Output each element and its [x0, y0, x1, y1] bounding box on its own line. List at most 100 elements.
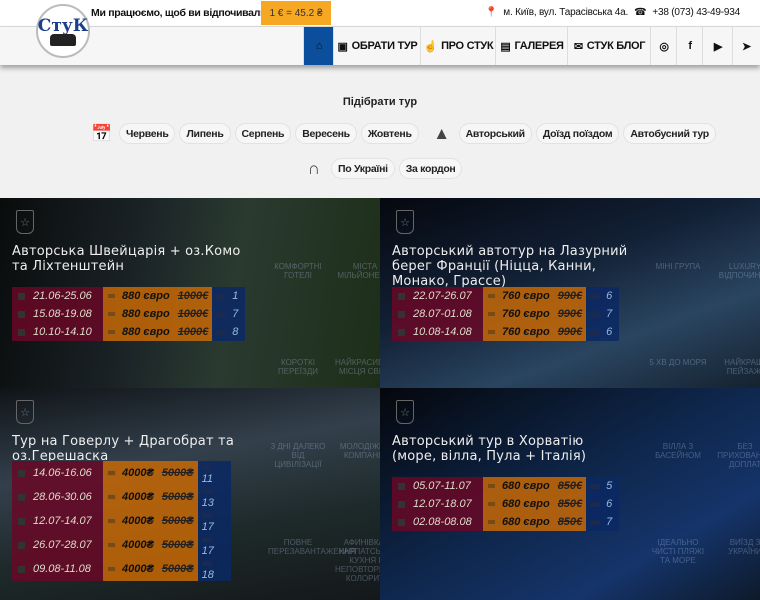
table-row[interactable]: 14.06-16.06 4000₴ 5000₴ 11: [12, 461, 231, 485]
star-badge-icon: ☆: [16, 400, 34, 424]
tour-price: 4000₴: [122, 467, 154, 479]
seats-left: 18: [201, 569, 214, 581]
table-row[interactable]: 12.07-18.07 680 євро 850€ 6: [392, 495, 620, 513]
nav-label: ГАЛЕРЕЯ: [514, 40, 564, 52]
filter-region[interactable]: По Україні: [331, 158, 395, 179]
table-row[interactable]: 10.10-14.10 880 євро 1000€ 8: [12, 323, 246, 341]
phone[interactable]: +38 (073) 43-49-934: [652, 7, 740, 18]
table-row[interactable]: 09.08-11.08 4000₴ 5000₴ 18: [12, 557, 231, 581]
star-badge-icon: ☆: [396, 400, 414, 424]
home-button[interactable]: ⌂: [303, 27, 334, 65]
feature-label: Короткі переїзди: [278, 358, 318, 376]
table-row[interactable]: 22.07-26.07 760 євро 990€ 6: [392, 287, 620, 305]
calendar-icon: [18, 328, 25, 336]
tour-price: 4000₴: [122, 515, 154, 527]
credit-card-icon: [487, 293, 496, 300]
nav-choose-tour[interactable]: ▣ ОБРАТИ ТУР: [333, 27, 421, 65]
filter-region[interactable]: За кордон: [398, 158, 463, 179]
table-row[interactable]: 10.08-14.08 760 євро 990€ 6: [392, 323, 620, 341]
credit-card-icon: [487, 311, 496, 318]
filter-type[interactable]: Автобусний тур: [623, 123, 716, 144]
feature-label: Найкращі пейзажі: [724, 358, 760, 376]
nav-label: ПРО СТУК: [441, 40, 494, 52]
instagram-icon: ◎: [659, 40, 669, 53]
nav-blog[interactable]: ✉ СТУК БЛОГ: [567, 27, 651, 65]
table-row[interactable]: 26.07-28.07 4000₴ 5000₴ 17: [12, 533, 231, 557]
tour-card[interactable]: ☆ Авторський тур в Хорватію (море, вілла…: [380, 388, 760, 600]
seats-left: 17: [201, 545, 214, 557]
table-row[interactable]: 28.07-01.08 760 євро 990€ 7: [392, 305, 620, 323]
tour-price: 4000₴: [122, 539, 154, 551]
calendar-icon: [398, 292, 405, 300]
table-row[interactable]: 21.06-25.06 880 євро 1000€ 1: [12, 287, 246, 305]
seats-left: 7: [606, 516, 613, 528]
users-icon: [201, 464, 212, 470]
filter-month[interactable]: Серпень: [234, 123, 292, 144]
credit-card-icon: [107, 329, 116, 336]
old-price: 850€: [557, 498, 583, 510]
seats-left: 13: [201, 497, 214, 509]
youtube-link[interactable]: ▶: [702, 27, 733, 65]
credit-card-icon: [107, 311, 116, 318]
old-price: 1000€: [177, 326, 209, 338]
table-row[interactable]: 12.07-14.07 4000₴ 5000₴ 17: [12, 509, 231, 533]
table-row[interactable]: 02.08-08.08 680 євро 850€ 7: [392, 513, 620, 531]
credit-card-icon: [107, 566, 116, 573]
filter-type[interactable]: Доїзд поїздом: [535, 123, 620, 144]
filters-title: Підібрати тур: [342, 96, 418, 108]
credit-card-icon: [107, 494, 116, 501]
tour-card[interactable]: ☆ Авторська Швейцарія + оз.Комо та Ліхте…: [0, 198, 380, 388]
tour-title[interactable]: Авторська Швейцарія + оз.Комо та Ліхтенш…: [12, 244, 252, 274]
logo[interactable]: СтуК: [36, 4, 90, 58]
old-price: 1000€: [177, 290, 209, 302]
tour-title[interactable]: Тур на Говерлу + Драгобрат та оз.Герешас…: [12, 434, 252, 464]
calendar-icon: [18, 565, 25, 573]
table-row[interactable]: 05.07-11.07 680 євро 850€ 5: [392, 477, 620, 495]
filter-month[interactable]: Жовтень: [360, 123, 419, 144]
old-price: 5000₴: [161, 563, 194, 575]
users-icon: [201, 536, 212, 542]
seats-left: 5: [606, 480, 613, 492]
tour-card[interactable]: ☆ Тур на Говерлу + Драгобрат та оз.Гереш…: [0, 388, 380, 600]
filter-month[interactable]: Липень: [179, 123, 231, 144]
old-price: 990€: [557, 290, 583, 302]
calendar-icon: [18, 517, 25, 525]
nav-about[interactable]: ☝ ПРО СТУК: [420, 27, 496, 65]
seats-left: 6: [606, 326, 613, 338]
old-price: 5000₴: [161, 491, 194, 503]
calendar-icon: [18, 541, 25, 549]
tour-price: 760 євро: [502, 308, 550, 320]
nav-gallery[interactable]: ▤ ГАЛЕРЕЯ: [495, 27, 568, 65]
credit-card-icon: [487, 501, 496, 508]
tour-title[interactable]: Авторський тур в Хорватію (море, вілла, …: [392, 434, 632, 464]
tour-date: 02.08-08.08: [413, 516, 472, 528]
top-bar: Ми працюємо, щоб ви відпочивали! 1 € = 4…: [0, 0, 760, 27]
star-badge-icon: ☆: [16, 210, 34, 234]
instagram-link[interactable]: ◎: [650, 27, 677, 65]
telegram-link[interactable]: ➤: [732, 27, 760, 65]
filter-month[interactable]: Червень: [119, 123, 176, 144]
tour-date: 22.07-26.07: [413, 290, 472, 302]
calendar-icon: [398, 328, 405, 336]
seats-left: 6: [606, 290, 613, 302]
users-icon: [590, 311, 601, 317]
tour-title[interactable]: Авторський автотур на Лазурний берег Фра…: [392, 244, 632, 289]
road-icon: ▲: [433, 123, 451, 143]
credit-card-icon: [107, 542, 116, 549]
map-pin-icon: 📍: [485, 7, 498, 18]
users-icon: [590, 483, 601, 489]
tour-card[interactable]: ☆ Авторський автотур на Лазурний берег Ф…: [380, 198, 760, 388]
tour-date: 10.10-14.10: [33, 326, 92, 338]
feature-label: Виїзд з України: [728, 538, 760, 556]
filter-type[interactable]: Авторський: [458, 123, 532, 144]
credit-card-icon: [487, 519, 496, 526]
facebook-link[interactable]: f: [676, 27, 703, 65]
table-row[interactable]: 28.06-30.06 4000₴ 5000₴ 13: [12, 485, 231, 509]
calendar-icon: [18, 310, 25, 318]
table-row[interactable]: 15.08-19.08 880 євро 1000€ 7: [12, 305, 246, 323]
tour-date: 28.07-01.08: [413, 308, 472, 320]
home-icon: ⌂: [315, 40, 323, 52]
filter-month[interactable]: Вересень: [295, 123, 357, 144]
dates-table: 21.06-25.06 880 євро 1000€ 1 15.08-19.08 …: [12, 287, 246, 341]
gate-icon: ∩: [307, 158, 321, 178]
